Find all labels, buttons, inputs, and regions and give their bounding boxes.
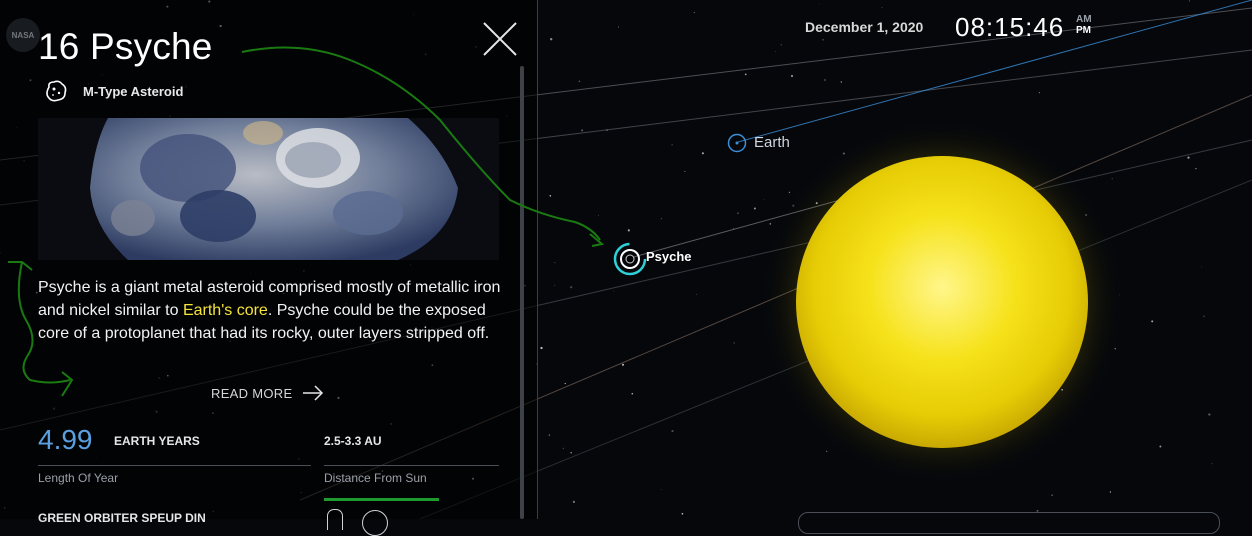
star [671, 144, 673, 146]
star [989, 70, 991, 72]
psyche-label[interactable]: Psyche [646, 249, 692, 264]
star [1195, 167, 1197, 170]
star [572, 500, 576, 503]
star [540, 346, 543, 350]
star [554, 284, 556, 286]
star [562, 447, 564, 450]
panel-divider [537, 0, 538, 519]
nasa-logo[interactable]: NASA [6, 18, 40, 52]
star [684, 171, 686, 172]
object-type-label: M-Type Asteroid [83, 83, 184, 99]
star [570, 451, 573, 454]
control-button[interactable] [362, 510, 388, 536]
sun[interactable] [796, 156, 1088, 448]
star [570, 286, 573, 289]
asteroid-image [38, 118, 499, 260]
earth-label[interactable]: Earth [754, 134, 790, 151]
read-more-button[interactable]: READ MORE [211, 385, 324, 401]
earth-marker-icon[interactable] [727, 133, 747, 153]
star [586, 228, 589, 230]
star [744, 73, 747, 76]
timeline-control[interactable] [798, 512, 1220, 534]
star [1203, 315, 1205, 317]
star [733, 342, 735, 344]
star [788, 191, 790, 193]
star [693, 11, 695, 14]
star [621, 363, 625, 366]
time-display[interactable]: 08:15:46 [955, 12, 1064, 43]
star [1188, 0, 1190, 2]
star [763, 199, 765, 200]
distance-value: 2.5-3.3 AU [324, 434, 382, 448]
star [775, 51, 777, 52]
star [1111, 178, 1113, 180]
star [753, 207, 756, 210]
star [564, 382, 566, 385]
star [1109, 491, 1112, 493]
distance-label: Distance From Sun [324, 471, 427, 485]
star [696, 293, 698, 295]
star [840, 81, 843, 83]
ampm-toggle[interactable]: AM PM [1076, 14, 1092, 36]
year-length-value: 4.99 [38, 424, 93, 455]
star [826, 450, 828, 452]
star [1200, 266, 1202, 268]
star [613, 290, 615, 292]
star [631, 392, 634, 395]
star [1208, 413, 1211, 416]
psyche-marker-icon[interactable] [613, 242, 647, 276]
star [660, 489, 662, 490]
star [780, 44, 782, 46]
active-stat-indicator [324, 498, 439, 501]
star [554, 262, 556, 264]
star [823, 79, 826, 81]
star [1038, 91, 1041, 94]
am-label: AM [1076, 14, 1092, 25]
object-type: M-Type Asteroid [44, 79, 183, 103]
year-length-label: Length Of Year [38, 471, 119, 485]
arrow-right-icon [303, 385, 324, 401]
star [822, 38, 824, 41]
date-display[interactable]: December 1, 2020 [805, 19, 923, 35]
star [818, 3, 820, 5]
star [769, 223, 772, 225]
earths-core-link[interactable]: Earth's core [183, 302, 268, 319]
star [701, 152, 704, 155]
star [581, 129, 584, 132]
star [578, 80, 581, 83]
star [627, 229, 630, 232]
star [1151, 320, 1154, 323]
star [790, 74, 794, 78]
star [681, 512, 684, 515]
panel-scrollbar[interactable] [520, 66, 524, 519]
description: Psyche is a giant metal asteroid compris… [38, 276, 508, 345]
pm-label: PM [1076, 25, 1091, 36]
stat-divider [38, 465, 311, 466]
star [1211, 463, 1213, 465]
star [881, 7, 883, 9]
star [549, 195, 552, 197]
star [548, 434, 551, 436]
asteroid-icon [46, 80, 67, 102]
star [1051, 494, 1053, 496]
star [1159, 445, 1162, 448]
read-more-label: READ MORE [211, 385, 293, 401]
close-icon[interactable] [482, 21, 518, 57]
star [737, 212, 739, 214]
star [671, 430, 674, 433]
control-icon[interactable] [327, 509, 343, 530]
year-length-unit: EARTH YEARS [114, 434, 200, 448]
page-title: 16 Psyche [38, 26, 213, 67]
star [617, 26, 620, 28]
star [550, 38, 553, 41]
section-heading: GREEN ORBITER SPEUP DIN [38, 511, 206, 525]
star [1187, 156, 1190, 159]
star [660, 218, 662, 220]
stat-divider [324, 465, 499, 466]
star [598, 214, 599, 216]
